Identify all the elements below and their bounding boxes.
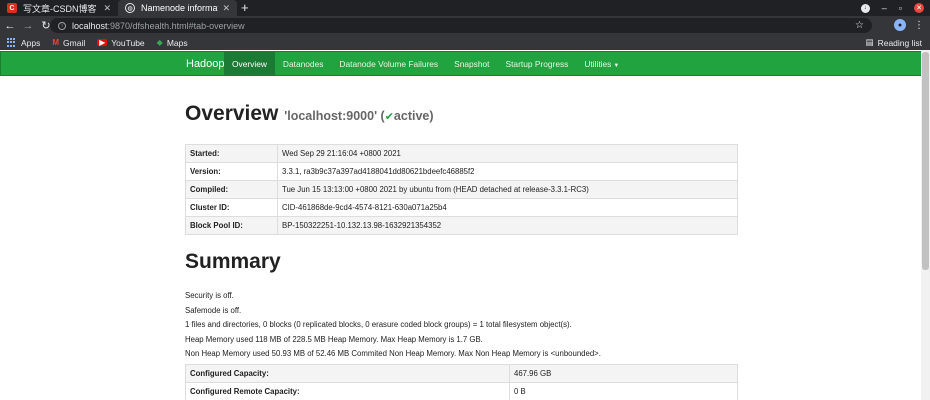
url-path: :9870/dfshealth.html#tab-overview — [107, 20, 245, 31]
overview-table: Started: Wed Sep 29 21:16:04 +0800 2021 V… — [185, 144, 738, 235]
nav-datanodes[interactable]: Datanodes — [275, 52, 332, 76]
bookmark-maps[interactable]: ◆ Maps — [157, 38, 188, 48]
table-row: Block Pool ID: BP-150322251-10.132.13.98-… — [185, 216, 738, 235]
row-value: CID-461868de-9cd4-4574-8121-630a071a25b4 — [277, 198, 738, 217]
nav-utilities[interactable]: Utilities ▼ — [576, 52, 627, 76]
navbar-brand[interactable]: Hadoop — [186, 52, 225, 76]
maps-icon: ◆ — [156, 38, 163, 47]
row-key: Cluster ID: — [185, 198, 278, 217]
kebab-menu-icon[interactable]: ⋮ — [914, 20, 924, 31]
capacity-table: Configured Capacity: 467.96 GB Configured… — [185, 364, 738, 400]
row-value: Wed Sep 29 21:16:04 +0800 2021 — [277, 144, 738, 163]
globe-icon: ◍ — [125, 3, 135, 13]
forward-arrow-icon[interactable]: → — [20, 20, 36, 32]
summary-lines: Security is off. Safemode is off. 1 file… — [185, 289, 601, 362]
tab-title: 写文章-CSDN博客 — [23, 3, 97, 14]
table-row: Configured Remote Capacity: 0 B — [185, 382, 738, 400]
table-row: Compiled: Tue Jun 15 13:13:00 +0800 2021 … — [185, 180, 738, 199]
row-key: Block Pool ID: — [185, 216, 278, 235]
row-key: Configured Remote Capacity: — [185, 382, 510, 400]
bookmark-label: YouTube — [111, 37, 145, 48]
nav-utilities-label: Utilities — [584, 59, 612, 69]
row-value: 467.96 GB — [509, 364, 738, 383]
reading-list-icon: ▤ — [865, 37, 874, 47]
check-icon: ✔ — [384, 111, 394, 123]
summary-line: Safemode is off. — [185, 305, 242, 315]
overview-host: 'localhost:9000' — [284, 109, 378, 123]
summary-heading: Summary — [185, 250, 281, 273]
nav-datanode-volume-failures[interactable]: Datanode Volume Failures — [331, 52, 446, 76]
bookmark-label: Maps — [166, 37, 188, 48]
close-icon[interactable]: ✕ — [222, 3, 230, 14]
download-icon[interactable]: ↓ — [860, 3, 870, 13]
row-value: Tue Jun 15 13:13:00 +0800 2021 by ubuntu… — [277, 180, 738, 199]
caret-down-icon: ▼ — [613, 63, 620, 69]
bookmarks-bar: Apps M Gmail ▶ YouTube ◆ Maps ▤ Reading … — [0, 35, 930, 50]
bookmark-apps[interactable]: Apps — [7, 38, 40, 48]
row-value: BP-150322251-10.132.13.98-1632921354352 — [277, 216, 738, 235]
page-viewport: Hadoop Overview Datanodes Datanode Volum… — [0, 50, 930, 400]
nav-overview[interactable]: Overview — [224, 52, 275, 76]
bookmark-star-icon[interactable]: ☆ — [855, 20, 864, 31]
summary-line: Non Heap Memory used 50.93 MB of 52.46 M… — [185, 349, 601, 359]
overview-heading: Overview 'localhost:9000' (✔active) — [185, 102, 434, 126]
url-host: localhost — [72, 20, 108, 31]
window-controls: ↓ – ▫ ✕ — [860, 1, 924, 15]
table-row: Started: Wed Sep 29 21:16:04 +0800 2021 — [185, 144, 738, 163]
summary-line: 1 files and directories, 0 blocks (0 rep… — [185, 320, 572, 330]
row-value: 0 B — [509, 382, 738, 400]
row-key: Compiled: — [185, 180, 278, 199]
browser-tab-namenode[interactable]: ◍ Namenode information ✕ — [118, 0, 237, 16]
gmail-icon: M — [52, 38, 60, 47]
table-row: Configured Capacity: 467.96 GB — [185, 364, 738, 383]
address-bar[interactable]: i localhost:9870/dfshealth.html#tab-over… — [50, 18, 872, 33]
row-value: 3.3.1, ra3b9c37a397ad4188041dd80621bdeef… — [277, 162, 738, 181]
restore-icon[interactable]: ▫ — [899, 3, 902, 13]
csdn-icon: C — [7, 3, 17, 13]
bookmark-label: Gmail — [63, 37, 86, 48]
bookmark-label: Apps — [21, 37, 41, 48]
nav-startup-progress[interactable]: Startup Progress — [498, 52, 577, 76]
apps-grid-icon — [7, 38, 16, 47]
scrollbar-thumb[interactable] — [922, 52, 929, 270]
new-tab-button[interactable]: + — [241, 1, 249, 15]
summary-line: Heap Memory used 118 MB of 228.5 MB Heap… — [185, 334, 483, 344]
youtube-icon: ▶ — [97, 38, 108, 47]
window-close-icon[interactable]: ✕ — [914, 3, 924, 13]
back-arrow-icon[interactable]: ← — [2, 20, 18, 32]
tab-title: Namenode information — [141, 3, 218, 13]
navbar-menu: Overview Datanodes Datanode Volume Failu… — [224, 52, 627, 76]
reading-list-label: Reading list — [877, 37, 922, 48]
close-icon[interactable]: ✕ — [103, 3, 111, 14]
row-key: Started: — [185, 144, 278, 163]
minimize-icon[interactable]: – — [882, 3, 887, 13]
table-row: Version: 3.3.1, ra3b9c37a397ad4188041dd80… — [185, 162, 738, 181]
browser-tab-strip: C 写文章-CSDN博客 ✕ ◍ Namenode information ✕ … — [0, 0, 930, 16]
table-row: Cluster ID: CID-461868de-9cd4-4574-8121-6… — [185, 198, 738, 217]
overview-state: active) — [393, 109, 434, 123]
profile-avatar-icon[interactable]: ● — [894, 19, 906, 31]
info-icon[interactable]: i — [58, 21, 66, 30]
bookmark-gmail[interactable]: M Gmail — [52, 38, 85, 48]
browser-tab-csdn[interactable]: C 写文章-CSDN博客 ✕ — [0, 0, 118, 16]
summary-line: Security is off. — [185, 291, 234, 300]
overview-title: Overview — [185, 102, 279, 125]
browser-toolbar: ← → ↻ i localhost:9870/dfshealth.html#ta… — [0, 16, 930, 35]
reading-list-button[interactable]: ▤ Reading list — [866, 37, 922, 48]
row-key: Version: — [185, 162, 278, 181]
overview-subtitle: 'localhost:9000' (✔active) — [284, 109, 433, 123]
nav-snapshot[interactable]: Snapshot — [446, 52, 497, 76]
bookmark-youtube[interactable]: ▶ YouTube — [97, 37, 145, 48]
row-key: Configured Capacity: — [185, 364, 510, 383]
hadoop-navbar: Hadoop Overview Datanodes Datanode Volum… — [0, 51, 922, 76]
page-scrollbar[interactable] — [921, 50, 930, 400]
